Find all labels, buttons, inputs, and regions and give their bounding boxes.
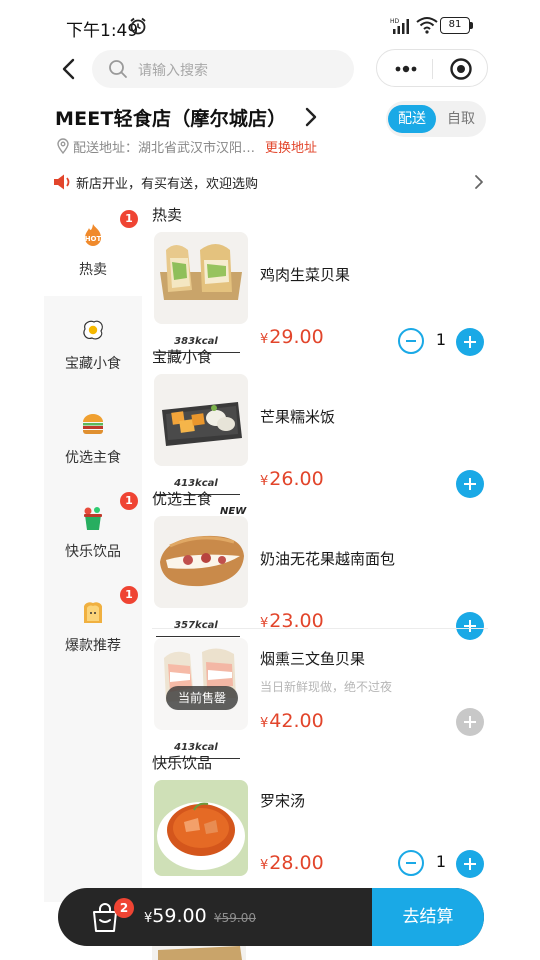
product-card[interactable]: 413kcal 芒果糯米饭 ¥26.00 [152,370,488,498]
product-card[interactable]: 383kcal 鸡肉生菜贝果 ¥29.00 1 [152,228,488,356]
svg-text:HOT: HOT [85,235,102,243]
egg-icon [83,320,103,340]
store-name: MEET轻食店（摩尔城店） [55,107,287,130]
divider [152,628,488,629]
product-image [154,638,248,730]
product-name: 芒果糯米饭 [260,408,336,426]
svg-text:HD: HD [390,18,400,25]
sidebar-item-recommended[interactable]: 爆款推荐 1 [44,578,142,672]
tab-pickup[interactable]: 自取 [438,105,484,133]
kcal-label: 357kcal [174,620,218,631]
product-card[interactable]: NEW 357kcal 奶油无花果越南面包 ¥23.00 [152,506,488,640]
product-price: ¥28.00 [260,852,324,874]
add-to-cart-button[interactable] [456,328,484,356]
hot-icon: HOT [85,224,102,246]
add-to-cart-button[interactable] [456,470,484,498]
product-card[interactable]: 罗宋汤 ¥28.00 1 [152,776,488,896]
sidebar-item-hot[interactable]: HOT 热卖 1 [44,202,142,296]
section-title-drinks: 快乐饮品 [152,754,213,772]
chevron-right-icon [306,107,317,127]
section-title-mains: 优选主食 [152,490,213,508]
sidebar-item-label: 宝藏小食 [65,356,121,372]
add-to-cart-button-disabled [456,708,484,736]
checkout-button[interactable]: 去结算 [372,888,484,946]
battery-icon: 81 [440,17,474,34]
cart-total: ¥59.00 [144,905,207,927]
location-pin-icon [57,138,69,154]
product-price: ¥26.00 [260,468,324,490]
address-label: 配送地址： [73,140,139,156]
product-price: ¥29.00 [260,326,324,348]
notice-bar[interactable]: 新店开业，有买有送，欢迎选购 [0,166,540,200]
sidebar-item-label: 快乐饮品 [65,544,121,560]
burger-icon [83,414,103,434]
search-input[interactable]: 请输入搜索 [92,50,354,88]
wifi-icon [416,17,438,34]
store-title[interactable]: MEET轻食店（摩尔城店） [55,102,322,132]
product-name: 罗宋汤 [260,792,306,810]
cart-bar[interactable]: 2 ¥59.00 ¥59.00 去结算 [58,888,484,946]
status-bar: 下午1:49 HD 81 [0,0,540,50]
notice-text: 新店开业，有买有送，欢迎选购 [76,177,259,192]
cart-original-price: ¥59.00 [214,911,256,925]
product-name: 烟熏三文鱼贝果 [260,650,366,668]
product-card[interactable]: 当前售罄 413kcal 烟熏三文鱼贝果 当日新鲜现做，绝不过夜 ¥42.00 [152,634,488,759]
product-image [154,516,248,608]
product-name: 鸡肉生菜贝果 [260,266,351,284]
section-title-hot: 热卖 [152,206,183,224]
product-description: 当日新鲜现做，绝不过夜 [260,680,393,694]
product-name: 奶油无花果越南面包 [260,550,396,568]
product-image [154,374,248,466]
search-icon [109,60,127,78]
product-image [154,780,248,876]
delivery-mode-toggle: 配送 自取 [386,101,486,137]
miniprogram-capsule [376,49,488,87]
sidebar-item-label: 爆款推荐 [65,638,121,654]
sidebar-item-label: 热卖 [79,262,107,278]
alarm-clock-icon [130,17,146,35]
decrease-quantity-button[interactable] [398,850,424,876]
address-row: 配送地址： 湖北省武汉市汉阳… 更换地址 [56,136,317,156]
search-placeholder: 请输入搜索 [138,63,208,79]
sold-out-label: 当前售罄 [166,686,238,710]
megaphone-icon [54,174,70,190]
quantity-value: 1 [435,330,447,349]
category-count-badge: 1 [120,210,138,228]
add-to-cart-button[interactable] [456,850,484,878]
tab-delivery[interactable]: 配送 [388,105,436,133]
section-title-snacks: 宝藏小食 [152,348,213,366]
sidebar-item-snacks[interactable]: 宝藏小食 [44,296,142,390]
cart-count-badge: 2 [114,898,134,918]
quantity-value: 1 [435,852,447,871]
decrease-quantity-button[interactable] [398,328,424,354]
sidebar-item-drinks[interactable]: 快乐饮品 1 [44,484,142,578]
change-address-link[interactable]: 更换地址 [265,137,317,156]
battery-level: 81 [440,17,470,34]
close-miniprogram-icon[interactable] [449,57,473,81]
address-value: 湖北省武汉市汉阳… [138,140,256,156]
product-price: ¥42.00 [260,710,324,732]
toast-icon [83,602,103,623]
cellular-signal-icon: HD [390,18,409,34]
category-count-badge: 1 [120,586,138,604]
chevron-right-icon [475,175,483,189]
product-image [154,232,248,324]
sidebar-item-label: 优选主食 [65,450,121,466]
back-button[interactable] [54,54,84,84]
new-tag: NEW [220,506,247,517]
more-options-icon[interactable] [391,59,421,79]
category-count-badge: 1 [120,492,138,510]
sidebar-item-mains[interactable]: 优选主食 [44,390,142,484]
drink-icon [84,507,102,530]
category-sidebar: HOT 热卖 1 宝藏小食 优选主食 快乐饮品 1 爆款推荐 1 [44,202,142,902]
